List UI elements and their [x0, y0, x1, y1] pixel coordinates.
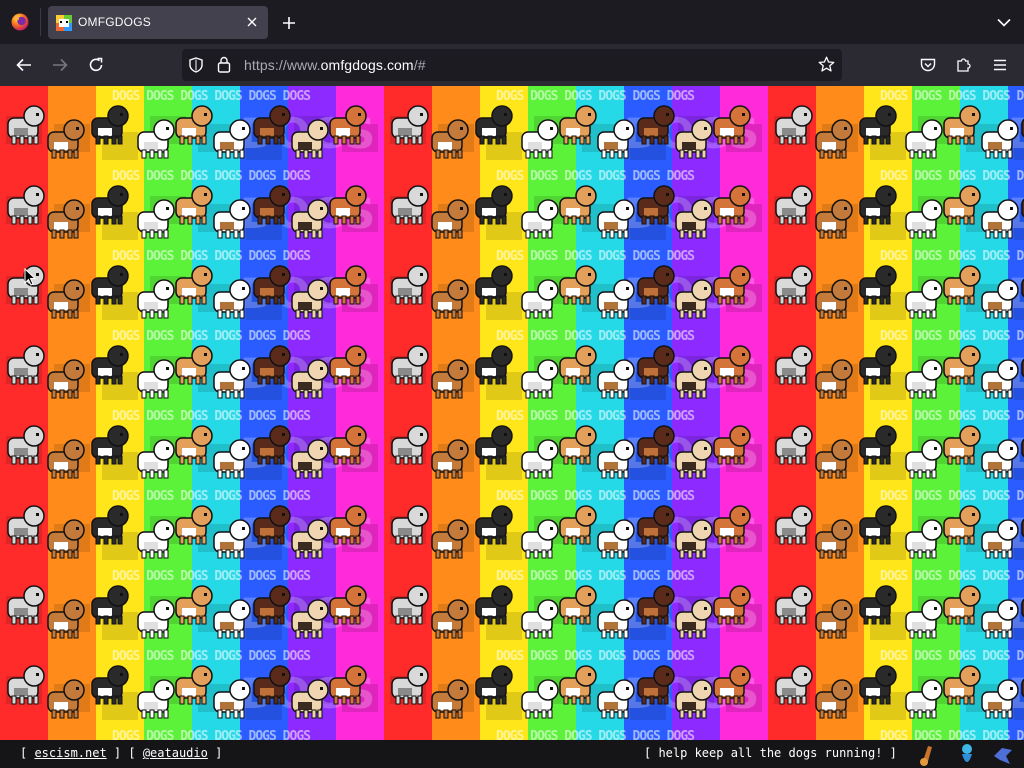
- donate-link[interactable]: help keep all the dogs running!: [658, 746, 882, 760]
- escism-link[interactable]: escism.net: [34, 746, 106, 760]
- arrow-right-icon: [53, 58, 68, 72]
- tracking-shield-icon[interactable]: [188, 57, 204, 73]
- footer-credits: [ escism.net ] [ @eataudio ]: [20, 746, 222, 760]
- lock-icon[interactable]: [217, 56, 231, 73]
- forward-button[interactable]: [47, 52, 73, 78]
- footer-bracket: [: [20, 746, 35, 760]
- reload-button[interactable]: [83, 52, 109, 78]
- bird-icon[interactable]: [990, 740, 1016, 768]
- star-icon[interactable]: [818, 56, 835, 73]
- plus-icon: [283, 17, 295, 29]
- footer-bracket: ]: [207, 746, 223, 760]
- new-tab-button[interactable]: [278, 12, 300, 34]
- tab-close-button[interactable]: [242, 12, 262, 32]
- list-all-tabs-button[interactable]: [994, 13, 1014, 31]
- navigation-toolbar: https://www.omfgdogs.com/#: [0, 44, 1024, 86]
- url-prefix: https://www.: [244, 57, 321, 73]
- pocket-button[interactable]: [915, 52, 941, 78]
- page-footer: [ escism.net ] [ @eataudio ] [ help keep…: [0, 740, 1024, 768]
- hamburger-menu-icon: [994, 59, 1006, 71]
- dog-favicon-icon: [56, 15, 72, 31]
- browser-window: OMFGDOGS https://www.omfgdogs.com/# [es…: [0, 0, 1024, 768]
- extensions-button[interactable]: [951, 52, 977, 78]
- puzzle-icon: [957, 58, 971, 72]
- footer-bracket: ]: [882, 746, 897, 760]
- chevron-down-icon: [997, 18, 1011, 27]
- page-content[interactable]: DOGS DOGS DOGS DOGS DOGS DOGS DOGS: [0, 86, 1024, 740]
- url-host: omfgdogs.com: [320, 57, 414, 73]
- mermaid-icon[interactable]: [954, 740, 980, 768]
- footer-bracket: ] [: [106, 746, 143, 760]
- tab-title: OMFGDOGS: [78, 15, 151, 29]
- dogs-tiled-background: DOGS DOGS DOGS DOGS DOGS DOGS DOGS: [0, 86, 1024, 740]
- firefox-logo-icon[interactable]: [10, 12, 30, 32]
- footer-donate: [ help keep all the dogs running! ]: [644, 746, 897, 760]
- eataudio-link[interactable]: @eataudio: [143, 746, 208, 760]
- reload-icon: [89, 57, 103, 72]
- url-bar[interactable]: https://www.omfgdogs.com/#: [182, 49, 842, 81]
- tab-strip: OMFGDOGS: [0, 0, 1024, 44]
- back-button[interactable]: [11, 52, 37, 78]
- tab-omfgdogs[interactable]: OMFGDOGS: [48, 6, 268, 39]
- pocket-icon: [920, 58, 936, 71]
- guitar-dog-icon[interactable]: [914, 740, 940, 768]
- tab-divider: [40, 8, 41, 36]
- close-icon: [247, 17, 257, 27]
- url-text[interactable]: https://www.omfgdogs.com/#: [244, 57, 426, 73]
- app-menu-button[interactable]: [987, 52, 1013, 78]
- footer-bracket: [: [644, 746, 659, 760]
- mouse-cursor-icon: [24, 268, 36, 286]
- url-path: /#: [413, 57, 426, 73]
- arrow-left-icon: [16, 58, 31, 72]
